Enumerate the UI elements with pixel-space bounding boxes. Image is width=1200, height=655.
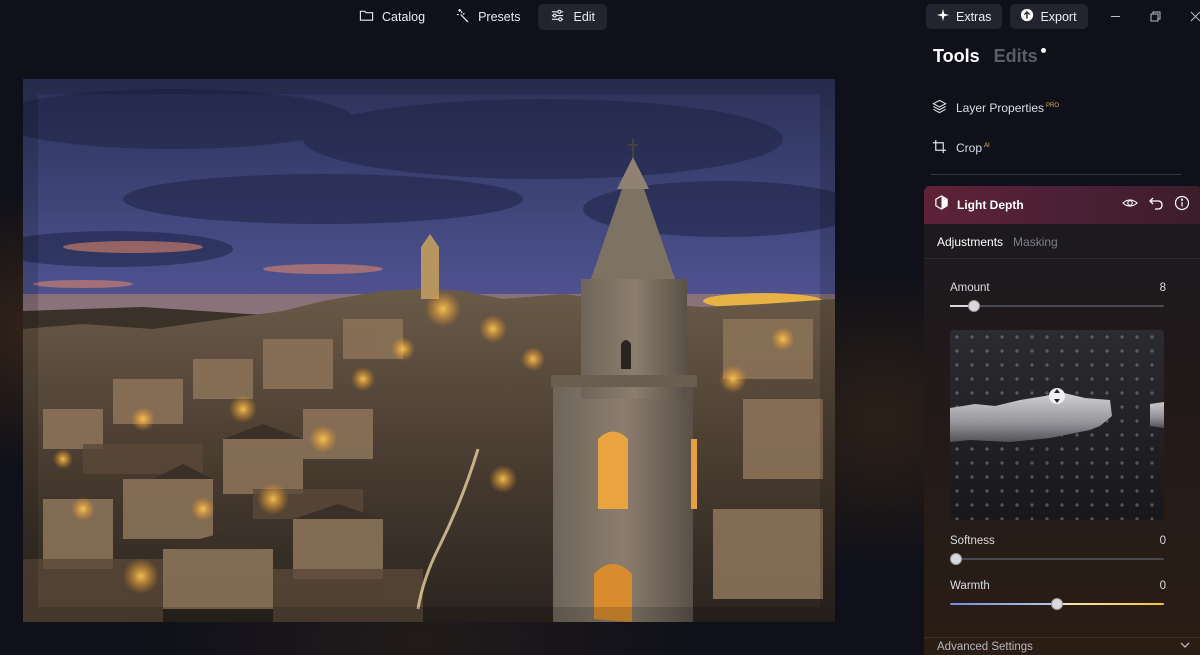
nav-catalog-label: Catalog: [382, 10, 426, 24]
tool-crop[interactable]: Crop AI: [932, 139, 990, 157]
tool-layer-properties[interactable]: Layer Properties PRO: [932, 99, 1059, 117]
sliders-icon: [550, 8, 565, 26]
close-icon[interactable]: [1176, 4, 1200, 29]
warmth-label: Warmth: [950, 580, 990, 592]
upload-icon: [1020, 8, 1034, 25]
folder-icon: [359, 8, 374, 26]
advanced-settings-label: Advanced Settings: [937, 640, 1033, 653]
photo-image: [23, 79, 835, 622]
amount-thumb[interactable]: [967, 300, 980, 312]
tool-crop-label: Crop: [956, 141, 983, 155]
light-depth-title: Light Depth: [957, 198, 1024, 212]
nav-edit-label: Edit: [573, 10, 596, 24]
softness-value: 0: [1159, 535, 1166, 547]
ai-badge: AI: [984, 143, 990, 149]
chevron-down-icon: [1180, 641, 1190, 652]
layers-icon: [932, 99, 947, 117]
amount-label: Amount: [950, 282, 990, 294]
softness-thumb[interactable]: [950, 553, 962, 565]
warmth-thumb[interactable]: [1051, 598, 1063, 610]
tab-edits-label: Edits: [993, 46, 1038, 66]
nav-edit-button[interactable]: Edit: [538, 4, 608, 30]
light-depth-header[interactable]: Light Depth: [924, 186, 1200, 224]
extras-button[interactable]: Extras: [926, 4, 1003, 29]
top-nav: Catalog Presets Edit: [347, 4, 608, 30]
pro-badge: PRO: [1046, 103, 1060, 109]
eye-icon[interactable]: [1122, 195, 1138, 216]
sparkle-icon: [936, 8, 950, 25]
advanced-settings[interactable]: Advanced Settings: [924, 637, 1200, 655]
tab-tools[interactable]: Tools: [933, 46, 980, 67]
extras-label: Extras: [956, 9, 992, 24]
tab-edits[interactable]: Edits: [993, 46, 1046, 67]
light-depth-actions: [1122, 195, 1200, 216]
depth-map-preview[interactable]: [950, 330, 1164, 520]
divider: [931, 174, 1181, 175]
light-depth-icon: [934, 195, 949, 215]
softness-label: Softness: [950, 535, 995, 547]
minimize-icon[interactable]: [1096, 4, 1136, 29]
nav-presets-button[interactable]: Presets: [443, 4, 532, 30]
export-button[interactable]: Export: [1010, 4, 1088, 29]
export-label: Export: [1040, 9, 1077, 24]
tab-masking[interactable]: Masking: [1013, 235, 1058, 258]
window-controls: Extras Export: [926, 4, 1200, 29]
amount-value: 8: [1159, 282, 1166, 294]
warmth-slider[interactable]: [950, 598, 1164, 610]
amount-slider[interactable]: [950, 300, 1164, 312]
nav-presets-label: Presets: [478, 10, 521, 24]
softness-slider[interactable]: [950, 553, 1164, 565]
light-depth-subtabs: Adjustments Masking: [924, 224, 1200, 259]
magic-wand-icon: [455, 8, 470, 26]
unsaved-indicator: [1040, 48, 1046, 53]
info-icon[interactable]: [1174, 195, 1190, 216]
restore-icon[interactable]: [1136, 4, 1176, 29]
panel-tabs: Tools Edits: [933, 46, 1046, 67]
tools-panel: Tools Edits Layer Properties PRO Crop AI L…: [918, 34, 1200, 655]
warmth-value: 0: [1159, 580, 1166, 592]
crop-icon: [932, 139, 947, 157]
reset-icon[interactable]: [1148, 195, 1164, 216]
nav-catalog-button[interactable]: Catalog: [347, 4, 437, 30]
tool-layer-properties-label: Layer Properties: [956, 101, 1045, 115]
photo-canvas[interactable]: [23, 79, 835, 622]
light-depth-card: Light Depth Adjustments Masking Amount 8: [924, 186, 1200, 655]
tab-adjustments[interactable]: Adjustments: [937, 235, 1003, 258]
